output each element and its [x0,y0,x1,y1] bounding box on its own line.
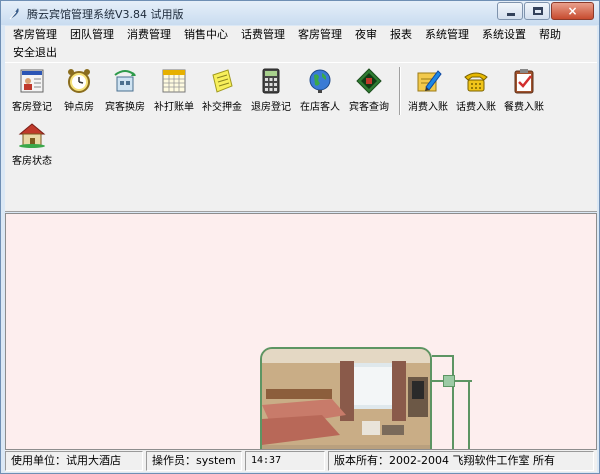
calendar-bill-icon [162,69,186,93]
alarm-clock-icon [68,69,90,93]
menu-item[interactable]: 销售中心 [176,26,233,44]
menu-item[interactable]: 系统管理 [417,26,474,44]
pencil-ledger-icon [417,70,442,92]
menu-item[interactable]: 团队管理 [62,26,119,44]
tool-label: 客房状态 [12,156,52,167]
tool-label: 钟点房 [64,102,94,113]
app-window: 腾云宾馆管理系统V3.84 试用版 × 客房管理 团队管理 消费管理 销售中心 话费管理… [0,0,600,474]
menu-item[interactable]: 安全退出 [5,44,62,62]
tool-reprint-bill[interactable]: 补打账单 [151,65,197,117]
tool-phone-charge-entry[interactable]: 话费入账 [453,65,499,117]
tool-consumption-entry[interactable]: 消费入账 [405,65,451,117]
status-operator: 操作员：system [146,451,242,471]
menu-item[interactable]: 夜审 [347,26,382,44]
toolbar-row-secondary: 客房状态 [7,119,59,171]
menu-row-secondary: 安全退出 [5,44,597,62]
book-search-icon [356,68,382,94]
close-icon: × [567,4,578,18]
menu-item[interactable]: 话费管理 [233,26,290,44]
decor-square [443,375,455,387]
decor-line [468,380,470,449]
tool-hourly-room[interactable]: 钟点房 [59,65,99,117]
maximize-icon [533,7,543,15]
tool-label: 补交押金 [202,102,242,113]
status-copyright: 版本所有：2002-2004 飞翔软件工作室 所有 [328,451,594,471]
guest-register-icon [20,69,44,93]
menu-bar: 客房管理 团队管理 消费管理 销售中心 话费管理 客房管理 夜审 报表 系统管理 系统设置 帮助 安… [5,26,597,62]
menu-item[interactable]: 客房管理 [5,26,62,44]
sticky-note-icon [212,69,233,93]
menu-row-primary: 客房管理 团队管理 消费管理 销售中心 话费管理 客房管理 夜审 报表 系统管理 系统设置 帮助 [5,26,597,44]
tool-label: 客房登记 [12,102,52,113]
menu-item[interactable]: 消费管理 [119,26,176,44]
tool-guest-query[interactable]: 宾客查询 [345,65,393,117]
menu-item[interactable]: 报表 [382,26,417,44]
hotel-room-photo [260,347,432,449]
window-title: 腾云宾馆管理系统V3.84 试用版 [27,8,184,21]
hotel-room-illustration [262,349,430,449]
tool-label: 餐费入账 [504,102,544,113]
tool-label: 消费入账 [408,102,448,113]
tool-label: 宾客查询 [349,102,389,113]
title-bar[interactable]: 腾云宾馆管理系统V3.84 试用版 × [1,1,599,25]
toolbar-row-main: 客房登记 钟点房 宾客换房 补打账单 补交押金 退房登记 在店客人 宾客查询 消… [7,65,549,117]
workspace-area [5,213,597,450]
minimize-icon [507,13,515,16]
tool-room-status[interactable]: 客房状态 [7,119,57,171]
room-change-icon [114,70,136,92]
tool-label: 话费入账 [456,102,496,113]
menu-item[interactable]: 客房管理 [290,26,347,44]
status-bar: 使用单位：试用大酒店 操作员：system 14:37 版本所有：2002-20… [5,450,597,472]
tool-checkout[interactable]: 退房登记 [247,65,295,117]
app-feather-icon[interactable] [7,6,21,20]
close-button[interactable]: × [551,2,594,20]
tool-label: 在店客人 [300,102,340,113]
toolbar: 客房登记 钟点房 宾客换房 补打账单 补交押金 退房登记 在店客人 宾客查询 消… [5,62,597,212]
tool-in-house-guests[interactable]: 在店客人 [297,65,343,117]
tool-meal-charge-entry[interactable]: 餐费入账 [501,65,547,117]
decor-line [432,355,454,357]
tool-guest-register[interactable]: 客房登记 [7,65,57,117]
window-controls: × [496,2,594,20]
tool-label: 宾客换房 [105,102,145,113]
status-unit: 使用单位：试用大酒店 [5,451,143,471]
clipboard-check-icon [514,69,534,94]
menu-item[interactable]: 系统设置 [474,26,531,44]
status-time: 14:37 [245,451,325,471]
decor-line [452,355,454,449]
menu-item[interactable]: 帮助 [531,26,566,44]
tool-label: 退房登记 [251,102,291,113]
house-icon [18,123,46,148]
calculator-icon [262,68,280,94]
tool-room-change[interactable]: 宾客换房 [101,65,149,117]
toolbar-separator [399,67,401,115]
globe-guest-icon [309,69,331,93]
tool-pay-deposit[interactable]: 补交押金 [199,65,245,117]
maximize-button[interactable] [524,2,550,20]
minimize-button[interactable] [497,2,523,20]
telephone-icon [464,72,488,92]
tool-label: 补打账单 [154,102,194,113]
